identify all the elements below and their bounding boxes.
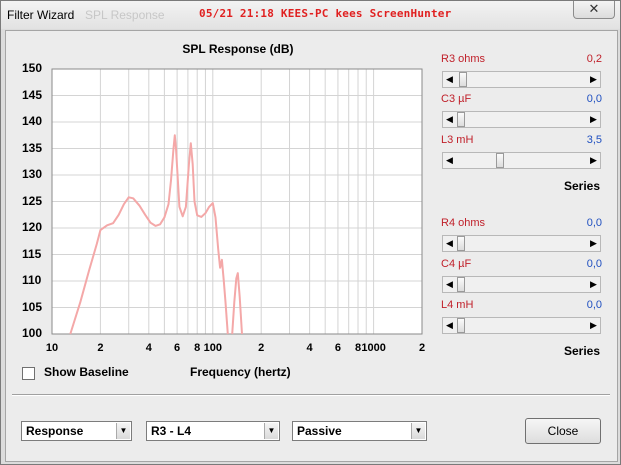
slider-label: C3 µF: [441, 93, 472, 105]
scroll-left-icon[interactable]: ◀: [443, 112, 456, 127]
scroll-right-icon[interactable]: ▶: [587, 318, 600, 333]
slider-thumb[interactable]: [457, 112, 465, 127]
slider-thumb[interactable]: [457, 236, 465, 251]
x-axis-label: Frequency (hertz): [190, 365, 291, 379]
screenshot-watermark: 05/21 21:18 KEES-PC kees ScreenHunter: [199, 7, 452, 20]
section-select[interactable]: R3 - L4 ▼: [146, 421, 280, 441]
series-label-upper: Series: [564, 179, 601, 193]
x-tick-label: 2: [258, 342, 265, 354]
background-window-title: SPL Response: [85, 8, 165, 22]
y-tick-label: 145: [22, 87, 43, 102]
slider-value: 3,5: [586, 134, 602, 146]
slider-thumb[interactable]: [459, 72, 468, 87]
title-bar: Filter Wizard SPL Response 05/21 21:18 K…: [1, 1, 620, 29]
y-tick-label: 110: [22, 273, 42, 287]
section-select-value: R3 - L4: [151, 424, 192, 438]
x-tick-label: 1000: [361, 342, 386, 354]
y-tick-label: 105: [22, 299, 43, 314]
x-tick-label: 2: [97, 342, 104, 354]
y-tick-label: 150: [22, 61, 43, 75]
slider-value: 0,0: [586, 217, 602, 229]
component-slider[interactable]: ◀ ▶: [442, 152, 601, 169]
scroll-right-icon[interactable]: ▶: [587, 112, 600, 127]
filter-type-select-value: Passive: [297, 424, 342, 438]
wizard-client-area: SPL Response (dB) 150 145 140 135 130 125 120 1…: [5, 30, 618, 462]
show-baseline-checkbox[interactable]: [22, 367, 35, 380]
x-tick-label: 10: [45, 342, 59, 354]
scroll-left-icon[interactable]: ◀: [443, 153, 456, 168]
series-label-lower: Series: [564, 344, 601, 358]
close-button[interactable]: Close: [525, 418, 601, 444]
filter-wizard-window: Filter Wizard SPL Response 05/21 21:18 K…: [0, 0, 621, 465]
section-divider: [12, 394, 610, 396]
scroll-right-icon[interactable]: ▶: [587, 153, 600, 168]
x-tick-label: 8: [194, 342, 201, 354]
chevron-down-icon: ▼: [411, 423, 425, 439]
y-tick-label: 120: [22, 220, 43, 234]
window-close-button[interactable]: ✕: [573, 1, 615, 19]
component-slider[interactable]: ◀ ▶: [442, 317, 601, 334]
slider-value: 0,0: [586, 299, 602, 311]
slider-label: R3 ohms: [441, 53, 486, 65]
window-title: Filter Wizard: [7, 8, 75, 22]
view-select[interactable]: Response ▼: [21, 421, 132, 441]
scroll-right-icon[interactable]: ▶: [587, 236, 600, 251]
y-tick-label: 100: [22, 326, 43, 340]
x-tick-label: 4: [306, 342, 313, 354]
scroll-right-icon[interactable]: ▶: [587, 72, 600, 87]
close-icon: ✕: [588, 1, 600, 16]
x-tick-label: 6: [334, 342, 341, 354]
scroll-left-icon[interactable]: ◀: [443, 318, 456, 333]
y-tick-label: 115: [22, 246, 42, 261]
slider-label: L4 mH: [441, 299, 474, 311]
slider-value: 0,0: [586, 258, 602, 270]
scroll-right-icon[interactable]: ▶: [587, 277, 600, 292]
slider-label: C4 µF: [441, 258, 472, 270]
x-tick-label: 4: [145, 342, 152, 354]
y-tick-label: 140: [22, 114, 43, 128]
slider-thumb[interactable]: [457, 318, 465, 333]
component-slider[interactable]: ◀ ▶: [442, 111, 601, 128]
slider-thumb[interactable]: [457, 277, 465, 292]
y-tick-label: 135: [22, 140, 43, 155]
slider-label: L3 mH: [441, 134, 474, 146]
slider-value: 0,0: [586, 93, 602, 105]
component-slider[interactable]: ◀ ▶: [442, 276, 601, 293]
scroll-left-icon[interactable]: ◀: [443, 277, 456, 292]
filter-type-select[interactable]: Passive ▼: [292, 421, 427, 441]
component-slider[interactable]: ◀ ▶: [442, 71, 601, 88]
chevron-down-icon: ▼: [264, 423, 278, 439]
y-tick-label: 125: [22, 193, 43, 208]
scroll-left-icon[interactable]: ◀: [443, 72, 456, 87]
component-slider[interactable]: ◀ ▶: [442, 235, 601, 252]
slider-value: 0,2: [586, 53, 602, 65]
y-tick-label: 130: [22, 167, 43, 181]
chevron-down-icon: ▼: [116, 423, 130, 439]
x-tick-label: 2: [418, 342, 426, 354]
scroll-left-icon[interactable]: ◀: [443, 236, 456, 251]
x-tick-label: 100: [203, 342, 222, 354]
show-baseline-label: Show Baseline: [44, 365, 129, 379]
slider-thumb[interactable]: [495, 153, 504, 168]
spl-response-plot: [51, 68, 423, 335]
view-select-value: Response: [26, 424, 84, 438]
x-tick-label: 6: [174, 342, 181, 354]
x-tick-label: 8: [354, 342, 362, 354]
slider-label: R4 ohms: [441, 217, 486, 229]
